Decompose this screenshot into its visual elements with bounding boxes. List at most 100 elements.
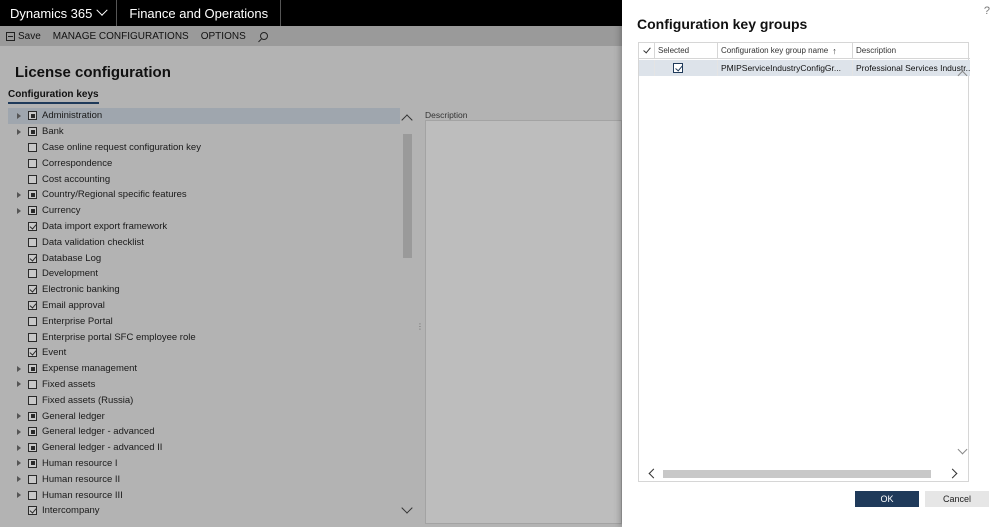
chevron-left-icon[interactable] — [648, 468, 659, 479]
help-icon[interactable]: ? — [984, 5, 990, 17]
row-selector[interactable] — [639, 60, 655, 76]
key-checkbox[interactable] — [28, 364, 37, 374]
expand-arrow-icon[interactable] — [16, 444, 24, 452]
tree-item[interactable]: Expense management — [8, 361, 400, 377]
expand-arrow-icon[interactable] — [16, 475, 24, 483]
expand-arrow-icon[interactable] — [16, 491, 24, 499]
key-checkbox[interactable] — [28, 300, 37, 310]
expand-arrow-icon[interactable] — [16, 112, 24, 120]
tree-item[interactable]: Human resource I — [8, 456, 400, 472]
cancel-button[interactable]: Cancel — [925, 491, 989, 507]
product-name[interactable]: Finance and Operations — [117, 0, 282, 26]
selected-cell[interactable] — [655, 60, 718, 76]
key-checkbox[interactable] — [28, 316, 37, 326]
chevron-up-icon[interactable] — [957, 70, 968, 81]
tree-item[interactable]: Fixed assets — [8, 377, 400, 393]
key-checkbox[interactable] — [28, 142, 37, 152]
tree-item[interactable]: Human resource III — [8, 487, 400, 503]
key-checkbox[interactable] — [28, 237, 37, 247]
tab-configuration-keys[interactable]: Configuration keys — [8, 89, 99, 104]
grid-horizontal-scrollbar[interactable] — [639, 466, 970, 481]
tree-item[interactable]: Case online request configuration key — [8, 140, 400, 156]
scrollbar-thumb[interactable] — [663, 470, 931, 478]
tree-item[interactable]: Enterprise portal SFC employee role — [8, 329, 400, 345]
key-checkbox[interactable] — [28, 158, 37, 168]
tree-item-label: General ledger — [42, 410, 105, 422]
key-checkbox[interactable] — [28, 285, 37, 295]
chevron-down-icon[interactable] — [957, 444, 968, 455]
expand-arrow-icon[interactable] — [16, 459, 24, 467]
ok-button[interactable]: OK — [855, 491, 919, 507]
key-checkbox[interactable] — [28, 411, 37, 421]
key-checkbox[interactable] — [28, 395, 37, 405]
expand-arrow-icon[interactable] — [16, 207, 24, 215]
tree-item[interactable]: Event — [8, 345, 400, 361]
expand-arrow-icon[interactable] — [16, 191, 24, 199]
expand-arrow-icon[interactable] — [16, 380, 24, 388]
tree-item[interactable]: Database Log — [8, 250, 400, 266]
tree-item[interactable]: Data import export framework — [8, 219, 400, 235]
key-checkbox[interactable] — [28, 221, 37, 231]
key-checkbox[interactable] — [28, 111, 37, 121]
tree-item[interactable]: Electronic banking — [8, 282, 400, 298]
table-row[interactable]: PMIPServiceIndustryConfigGr... Professio… — [639, 60, 970, 76]
key-checkbox[interactable] — [28, 379, 37, 389]
grid-vertical-scrollbar[interactable] — [956, 60, 968, 466]
tree-item-label: Case online request configuration key — [42, 141, 201, 153]
key-checkbox[interactable] — [28, 253, 37, 263]
tree-item[interactable]: Email approval — [8, 298, 400, 314]
key-checkbox[interactable] — [28, 206, 37, 216]
tree-item[interactable]: Development — [8, 266, 400, 282]
app-switcher[interactable]: Dynamics 365 — [0, 0, 118, 26]
chevron-up-icon[interactable] — [401, 114, 413, 126]
select-all-column[interactable] — [639, 43, 655, 58]
column-header-description[interactable]: Description — [853, 43, 970, 58]
manage-configurations-tab[interactable]: MANAGE CONFIGURATIONS — [47, 26, 195, 46]
options-tab[interactable]: OPTIONS — [195, 26, 252, 46]
tree-item[interactable]: Intercompany — [8, 503, 400, 519]
key-checkbox[interactable] — [28, 490, 37, 500]
description-field[interactable] — [425, 120, 622, 524]
key-checkbox[interactable] — [28, 348, 37, 358]
column-header-selected[interactable]: Selected — [655, 43, 718, 58]
key-checkbox[interactable] — [28, 506, 37, 516]
tree-item[interactable]: General ledger - advanced — [8, 424, 400, 440]
column-header-group-name[interactable]: Configuration key group name ↑ — [718, 43, 853, 58]
save-button[interactable]: Save — [0, 26, 47, 46]
key-checkbox[interactable] — [28, 443, 37, 453]
tree-item[interactable]: Enterprise Portal — [8, 313, 400, 329]
tree-item[interactable]: Country/Regional specific features — [8, 187, 400, 203]
tree-item[interactable]: Human resource II — [8, 471, 400, 487]
tree-scrollbar[interactable] — [401, 108, 413, 526]
description-cell[interactable]: Professional Services Industr... — [853, 60, 970, 76]
key-checkbox[interactable] — [28, 174, 37, 184]
expand-arrow-icon[interactable] — [16, 412, 24, 420]
chevron-right-icon[interactable] — [947, 468, 958, 479]
group-name-cell[interactable]: PMIPServiceIndustryConfigGr... — [718, 60, 853, 76]
tree-item[interactable]: Administration — [8, 108, 400, 124]
key-checkbox[interactable] — [28, 427, 37, 437]
expand-arrow-icon[interactable] — [16, 365, 24, 373]
chevron-down-icon[interactable] — [401, 502, 413, 514]
selected-checkbox[interactable] — [673, 63, 683, 73]
scrollbar-thumb[interactable] — [403, 134, 412, 258]
tree-item[interactable]: Fixed assets (Russia) — [8, 392, 400, 408]
key-checkbox[interactable] — [28, 458, 37, 468]
key-checkbox[interactable] — [28, 474, 37, 484]
key-checkbox[interactable] — [28, 127, 37, 137]
expand-arrow-icon[interactable] — [16, 128, 24, 136]
tree-item[interactable]: Bank — [8, 124, 400, 140]
key-checkbox[interactable] — [28, 332, 37, 342]
tree-item[interactable]: Currency — [8, 203, 400, 219]
tree-item[interactable]: General ledger - advanced II — [8, 440, 400, 456]
key-checkbox[interactable] — [28, 269, 37, 279]
expand-arrow-icon[interactable] — [16, 428, 24, 436]
key-checkbox[interactable] — [28, 190, 37, 200]
search-button[interactable] — [252, 26, 274, 46]
tree-item[interactable]: Cost accounting — [8, 171, 400, 187]
pane-splitter[interactable]: ⋮ — [416, 322, 424, 331]
tree-item[interactable]: General ledger — [8, 408, 400, 424]
tree-item[interactable]: Correspondence — [8, 155, 400, 171]
tree-item[interactable]: Data validation checklist — [8, 234, 400, 250]
